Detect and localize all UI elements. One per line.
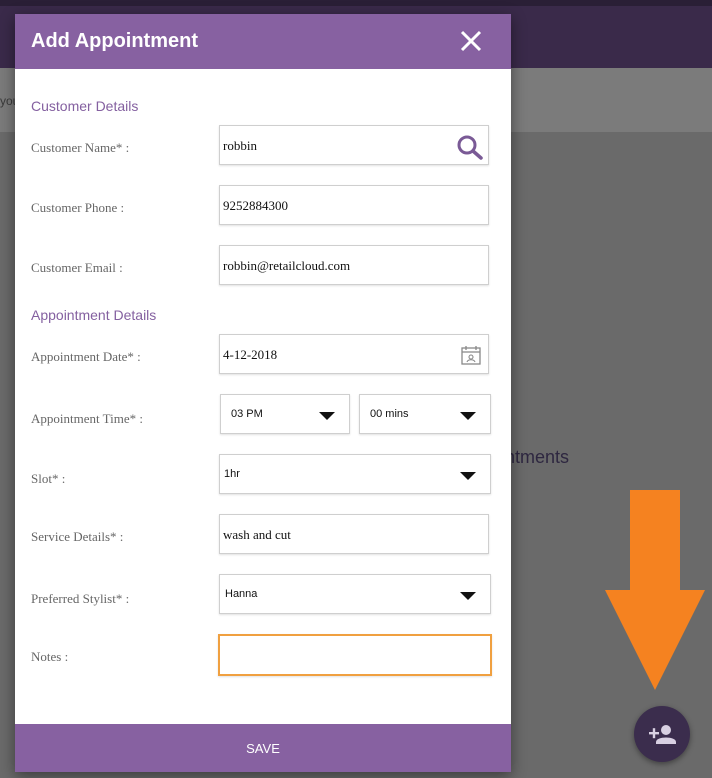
save-button[interactable]: SAVE — [15, 724, 511, 772]
customer-email-field[interactable]: robbin@retailcloud.com — [219, 245, 489, 285]
appointment-hour-select[interactable]: 03 PM — [220, 394, 350, 434]
notes-label: Notes : — [31, 649, 69, 664]
preferred-stylist-label: Preferred Stylist* : — [31, 591, 130, 606]
service-details-label: Service Details* : — [31, 529, 124, 544]
notes-field[interactable] — [218, 634, 492, 676]
appointment-time-label: Appointment Time* : — [31, 411, 143, 426]
customer-name-value: robbin — [223, 138, 257, 153]
calendar-icon[interactable] — [460, 344, 482, 366]
customer-details-heading: Customer Details — [31, 98, 139, 114]
appointment-details-heading: Appointment Details — [31, 307, 157, 323]
dialog-header: Add Appointment — [15, 14, 511, 69]
chevron-down-icon — [319, 412, 335, 420]
status-strip — [0, 0, 712, 6]
customer-phone-value: 9252884300 — [223, 198, 288, 213]
search-icon[interactable] — [456, 134, 484, 160]
customer-name-label: Customer Name* : — [31, 140, 130, 155]
close-icon — [460, 30, 482, 52]
appointment-minutes-value: 00 mins — [370, 408, 409, 420]
slot-select[interactable]: 1hr — [219, 454, 491, 494]
save-label: SAVE — [246, 741, 280, 756]
empty-state-text: ntments — [505, 447, 570, 467]
annotation-arrow — [605, 490, 705, 690]
appointment-date-field[interactable]: 4-12-2018 — [219, 334, 489, 374]
add-customer-button[interactable] — [634, 706, 690, 762]
appointment-minutes-select[interactable]: 00 mins — [359, 394, 491, 434]
service-details-value: wash and cut — [223, 527, 291, 542]
close-button[interactable] — [455, 25, 487, 57]
customer-phone-field[interactable]: 9252884300 — [219, 185, 489, 225]
slot-value: 1hr — [224, 468, 240, 480]
add-appointment-dialog: Add Appointment Customer Details Custome… — [15, 14, 511, 772]
customer-phone-label: Customer Phone : — [31, 200, 125, 215]
appointment-hour-value: 03 PM — [231, 408, 263, 420]
add-person-icon — [649, 725, 676, 744]
preferred-stylist-value: Hanna — [225, 588, 258, 600]
customer-name-field[interactable]: robbin — [219, 125, 489, 165]
slot-label: Slot* : — [31, 471, 66, 486]
chevron-down-icon — [460, 472, 476, 480]
dialog-title: Add Appointment — [31, 30, 199, 52]
service-details-field[interactable]: wash and cut — [219, 514, 489, 554]
chevron-down-icon — [460, 592, 476, 600]
appointment-date-value: 4-12-2018 — [223, 347, 278, 362]
customer-email-label: Customer Email : — [31, 260, 123, 275]
chevron-down-icon — [460, 412, 476, 420]
customer-email-value: robbin@retailcloud.com — [223, 258, 351, 273]
preferred-stylist-select[interactable]: Hanna — [219, 574, 491, 614]
appointment-date-label: Appointment Date* : — [31, 349, 141, 364]
